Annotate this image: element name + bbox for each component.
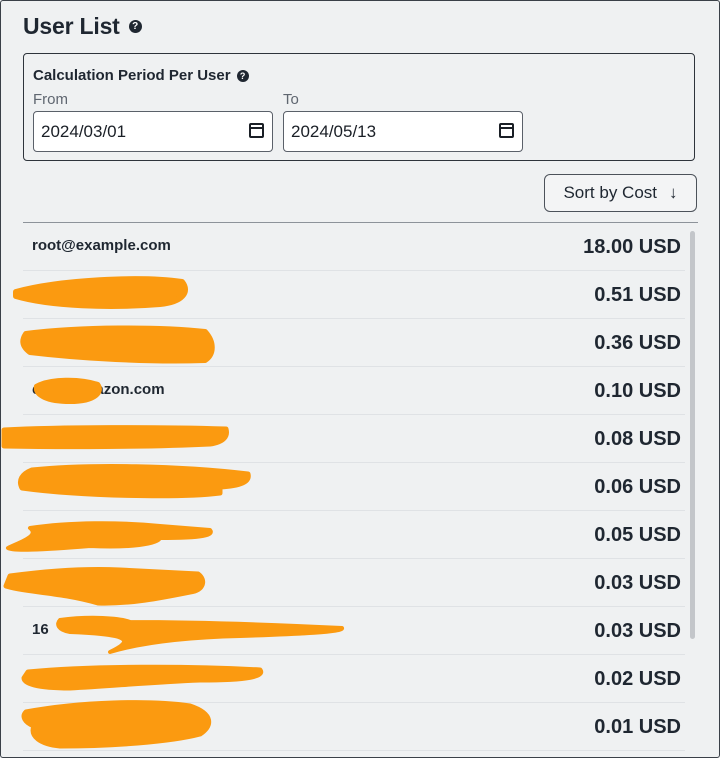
user-cost: 0.02 USD bbox=[594, 668, 681, 690]
sort-button-label: Sort by Cost bbox=[563, 183, 658, 202]
title-row: User List ? bbox=[23, 13, 142, 40]
period-help-icon[interactable]: ? bbox=[236, 69, 249, 82]
list-item[interactable]: e mazon.com 0.10 USD bbox=[23, 367, 685, 415]
user-email: 16 bbox=[32, 621, 49, 638]
sort-by-cost-button[interactable]: Sort by Cost ↓ bbox=[544, 174, 697, 212]
user-cost: 18.00 USD bbox=[583, 236, 681, 258]
period-title: Calculation Period Per User ? bbox=[33, 67, 249, 84]
list-item[interactable]: root@example.com 18.00 USD bbox=[23, 223, 685, 271]
user-cost: 0.36 USD bbox=[594, 332, 681, 354]
list-item[interactable]: 0.36 USD bbox=[23, 319, 685, 367]
user-cost: 0.06 USD bbox=[594, 476, 681, 498]
list-item[interactable]: 0.06 USD bbox=[23, 463, 685, 511]
list-item[interactable]: 0.02 USD bbox=[23, 655, 685, 703]
user-cost: 0.05 USD bbox=[594, 524, 681, 546]
user-list: root@example.com 18.00 USD 0.51 USD 0.36… bbox=[23, 223, 685, 758]
user-email: root@example.com bbox=[32, 237, 171, 254]
user-cost: 0.51 USD bbox=[594, 284, 681, 306]
list-item[interactable]: 0.03 USD bbox=[23, 559, 685, 607]
to-date-value: 2024/05/13 bbox=[291, 121, 377, 141]
user-cost: 0.08 USD bbox=[594, 428, 681, 450]
from-date-value: 2024/03/01 bbox=[41, 121, 127, 141]
user-cost: 0.03 USD bbox=[594, 572, 681, 594]
list-item[interactable]: 0.01 USD bbox=[23, 703, 685, 751]
calendar-icon[interactable] bbox=[499, 123, 514, 138]
list-item[interactable]: 16 0.03 USD bbox=[23, 607, 685, 655]
from-label: From bbox=[33, 91, 68, 108]
user-email: e mazon.com bbox=[32, 381, 165, 398]
help-icon[interactable]: ? bbox=[128, 20, 142, 33]
scrollbar-thumb[interactable] bbox=[690, 231, 695, 639]
arrow-down-icon: ↓ bbox=[669, 183, 678, 202]
user-cost: 0.01 USD bbox=[594, 716, 681, 738]
calendar-icon[interactable] bbox=[249, 123, 264, 138]
list-item[interactable]: 0.51 USD bbox=[23, 271, 685, 319]
user-cost: 0.03 USD bbox=[594, 620, 681, 642]
period-title-label: Calculation Period Per User bbox=[33, 67, 231, 84]
to-date-input[interactable]: 2024/05/13 bbox=[283, 111, 523, 152]
calculation-period-box: Calculation Period Per User ? From To 20… bbox=[23, 53, 695, 161]
user-cost: 0.10 USD bbox=[594, 380, 681, 402]
to-label: To bbox=[283, 91, 299, 108]
from-date-input[interactable]: 2024/03/01 bbox=[33, 111, 273, 152]
list-item[interactable]: 0.05 USD bbox=[23, 511, 685, 559]
list-item[interactable]: 0.08 USD bbox=[23, 415, 685, 463]
page-title: User List bbox=[23, 13, 120, 39]
